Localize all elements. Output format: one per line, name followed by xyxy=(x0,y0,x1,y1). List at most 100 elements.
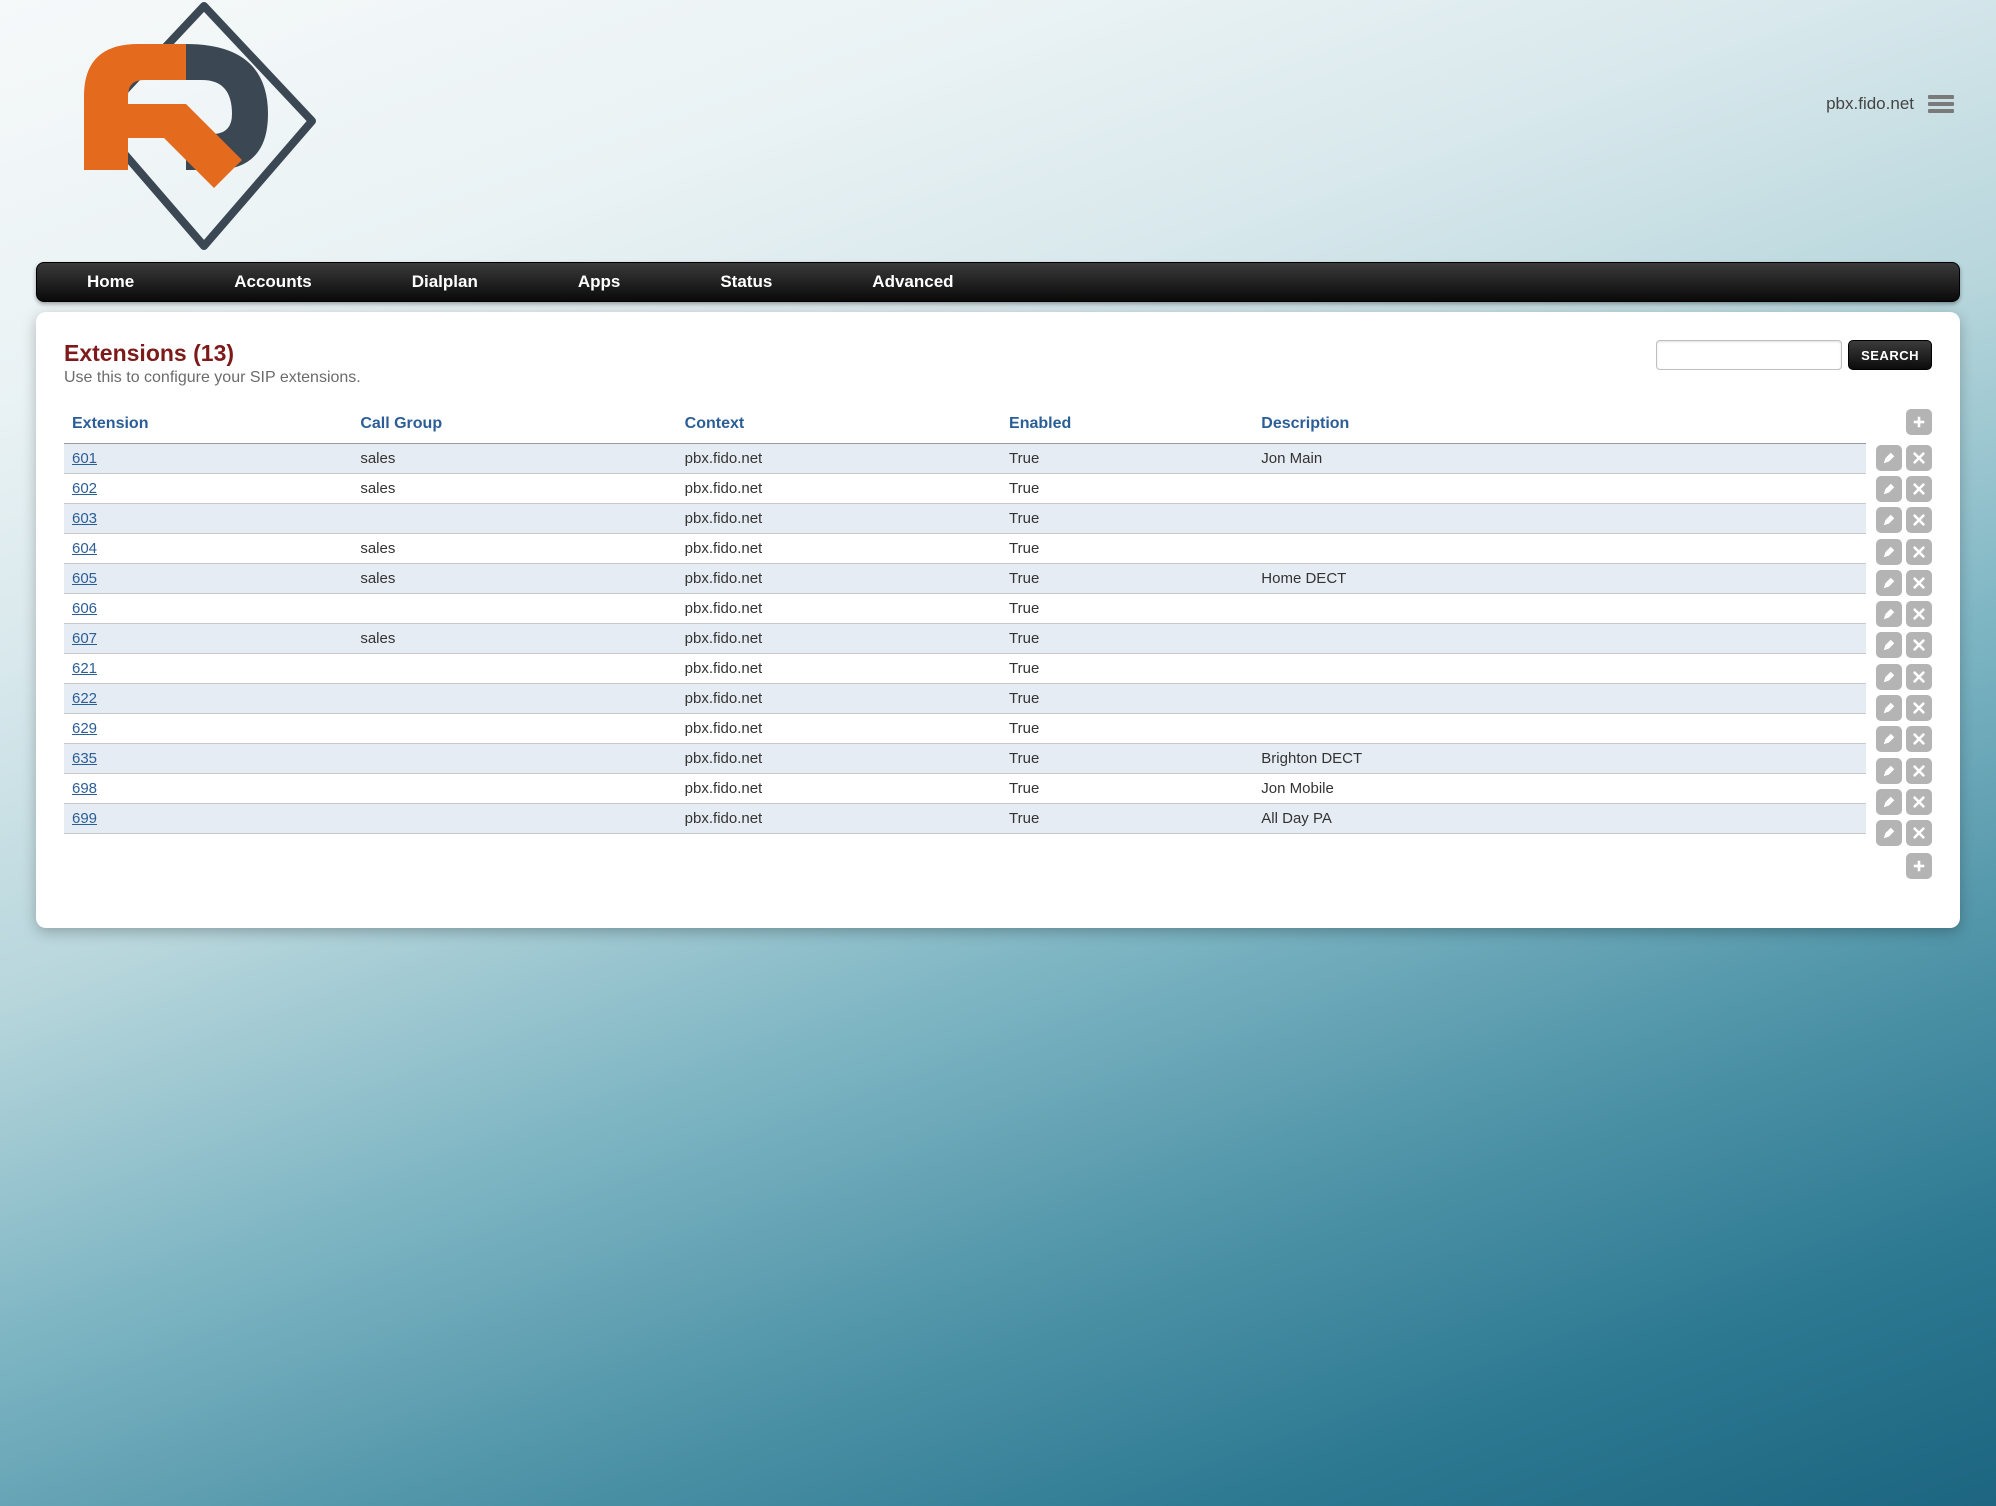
edit-button[interactable] xyxy=(1876,507,1902,533)
delete-button[interactable] xyxy=(1906,820,1932,846)
cell-context: pbx.fido.net xyxy=(677,504,1001,534)
edit-button[interactable] xyxy=(1876,570,1902,596)
delete-button[interactable] xyxy=(1906,476,1932,502)
search-button[interactable]: SEARCH xyxy=(1848,340,1932,370)
extension-link[interactable]: 607 xyxy=(72,630,97,647)
cell-call_group xyxy=(352,804,676,834)
cell-description xyxy=(1253,684,1866,714)
table-row: 607salespbx.fido.netTrue xyxy=(64,624,1866,654)
cell-context: pbx.fido.net xyxy=(677,684,1001,714)
add-extension-button[interactable] xyxy=(1906,409,1932,435)
nav-item-apps[interactable]: Apps xyxy=(558,262,641,302)
table-row: 698pbx.fido.netTrueJon Mobile xyxy=(64,774,1866,804)
cell-call_group: sales xyxy=(352,564,676,594)
delete-button[interactable] xyxy=(1906,539,1932,565)
delete-button[interactable] xyxy=(1906,632,1932,658)
table-row: 602salespbx.fido.netTrue xyxy=(64,474,1866,504)
edit-button[interactable] xyxy=(1876,820,1902,846)
cell-context: pbx.fido.net xyxy=(677,744,1001,774)
main-nav: Home Accounts Dialplan Apps Status Advanced xyxy=(36,262,1960,302)
edit-button[interactable] xyxy=(1876,476,1902,502)
cell-description xyxy=(1253,654,1866,684)
col-header[interactable]: Description xyxy=(1253,409,1866,444)
nav-item-accounts[interactable]: Accounts xyxy=(214,262,331,302)
cell-description xyxy=(1253,504,1866,534)
cell-call_group: sales xyxy=(352,534,676,564)
cell-description xyxy=(1253,714,1866,744)
extension-link[interactable]: 603 xyxy=(72,510,97,527)
edit-button[interactable] xyxy=(1876,539,1902,565)
cell-call_group xyxy=(352,684,676,714)
extension-link[interactable]: 635 xyxy=(72,750,97,767)
table-row: 629 pbx.fido.netTrue xyxy=(64,714,1866,744)
logo xyxy=(36,0,316,252)
cell-call_group: sales xyxy=(352,624,676,654)
table-row: 635pbx.fido.netTrueBrighton DECT xyxy=(64,744,1866,774)
extension-link[interactable]: 698 xyxy=(72,780,97,797)
extension-link[interactable]: 601 xyxy=(72,450,97,467)
col-header[interactable]: Call Group xyxy=(352,409,676,444)
cell-enabled: True xyxy=(1001,504,1253,534)
nav-item-status[interactable]: Status xyxy=(700,262,792,302)
nav-item-dialplan[interactable]: Dialplan xyxy=(392,262,498,302)
nav-item-advanced[interactable]: Advanced xyxy=(852,262,973,302)
edit-button[interactable] xyxy=(1876,601,1902,627)
delete-button[interactable] xyxy=(1906,695,1932,721)
extension-link[interactable]: 622 xyxy=(72,690,97,707)
delete-button[interactable] xyxy=(1906,664,1932,690)
cell-call_group: sales xyxy=(352,444,676,474)
cell-context: pbx.fido.net xyxy=(677,714,1001,744)
edit-button[interactable] xyxy=(1876,726,1902,752)
edit-button[interactable] xyxy=(1876,789,1902,815)
extension-link[interactable]: 606 xyxy=(72,600,97,617)
extension-link[interactable]: 629 xyxy=(72,720,97,737)
cell-description xyxy=(1253,474,1866,504)
cell-description: Jon Mobile xyxy=(1253,774,1866,804)
nav-item-home[interactable]: Home xyxy=(67,262,154,302)
edit-button[interactable] xyxy=(1876,632,1902,658)
cell-enabled: True xyxy=(1001,744,1253,774)
edit-button[interactable] xyxy=(1876,758,1902,784)
col-header[interactable]: Extension xyxy=(64,409,352,444)
cell-context: pbx.fido.net xyxy=(677,594,1001,624)
cell-enabled: True xyxy=(1001,684,1253,714)
extension-link[interactable]: 699 xyxy=(72,810,97,827)
cell-enabled: True xyxy=(1001,594,1253,624)
table-row: 622 pbx.fido.netTrue xyxy=(64,684,1866,714)
edit-button[interactable] xyxy=(1876,695,1902,721)
search-input[interactable] xyxy=(1656,340,1842,370)
extension-link[interactable]: 621 xyxy=(72,660,97,677)
delete-button[interactable] xyxy=(1906,507,1932,533)
cell-enabled: True xyxy=(1001,444,1253,474)
cell-call_group xyxy=(352,714,676,744)
add-extension-button[interactable] xyxy=(1906,853,1932,879)
delete-button[interactable] xyxy=(1906,445,1932,471)
extension-link[interactable]: 605 xyxy=(72,570,97,587)
table-row: 699pbx.fido.netTrueAll Day PA xyxy=(64,804,1866,834)
cell-description xyxy=(1253,624,1866,654)
edit-button[interactable] xyxy=(1876,445,1902,471)
cell-description: All Day PA xyxy=(1253,804,1866,834)
cell-call_group xyxy=(352,594,676,624)
delete-button[interactable] xyxy=(1906,726,1932,752)
cell-enabled: True xyxy=(1001,474,1253,504)
content-panel: Extensions (13) Use this to configure yo… xyxy=(36,312,1960,928)
delete-button[interactable] xyxy=(1906,789,1932,815)
col-header[interactable]: Context xyxy=(677,409,1001,444)
domain-label: pbx.fido.net xyxy=(1826,94,1914,114)
delete-button[interactable] xyxy=(1906,601,1932,627)
menu-icon[interactable] xyxy=(1928,95,1954,113)
cell-enabled: True xyxy=(1001,714,1253,744)
extension-link[interactable]: 602 xyxy=(72,480,97,497)
delete-button[interactable] xyxy=(1906,570,1932,596)
delete-button[interactable] xyxy=(1906,758,1932,784)
cell-call_group xyxy=(352,744,676,774)
edit-button[interactable] xyxy=(1876,664,1902,690)
table-row: 621pbx.fido.netTrue xyxy=(64,654,1866,684)
table-row: 603 pbx.fido.netTrue xyxy=(64,504,1866,534)
extension-link[interactable]: 604 xyxy=(72,540,97,557)
table-row: 605salespbx.fido.netTrueHome DECT xyxy=(64,564,1866,594)
cell-call_group: sales xyxy=(352,474,676,504)
col-header[interactable]: Enabled xyxy=(1001,409,1253,444)
cell-enabled: True xyxy=(1001,774,1253,804)
